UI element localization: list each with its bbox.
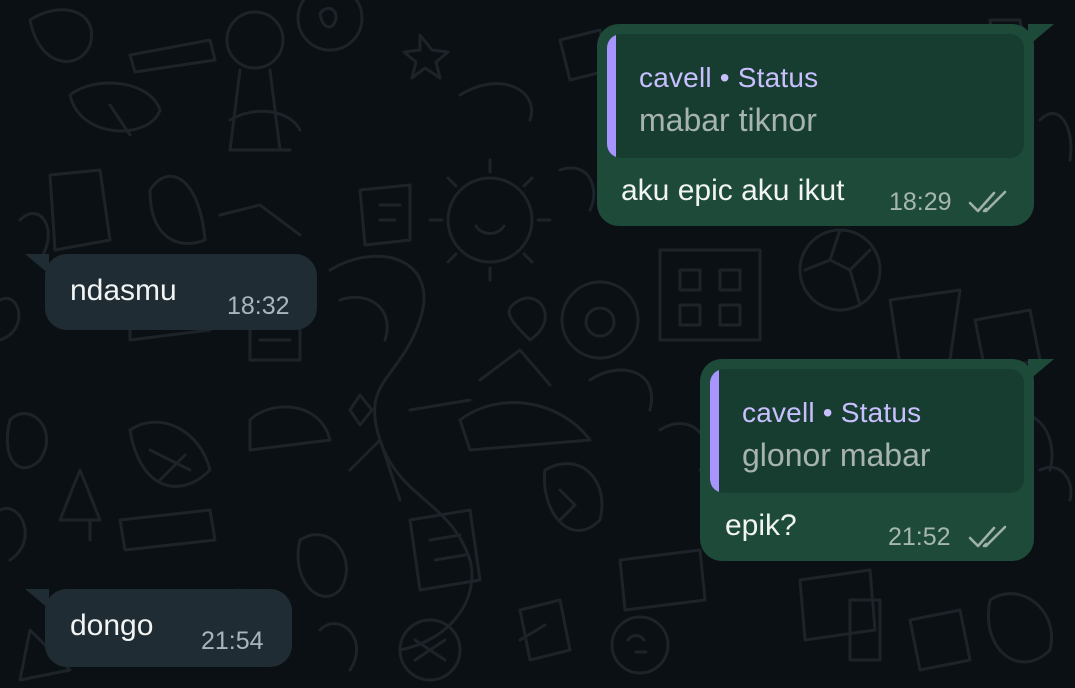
double-check-icon [968, 525, 1007, 548]
message-text: ndasmu [70, 274, 177, 307]
quote-accent-bar [710, 369, 719, 493]
quoted-status-reply[interactable]: cavell • Status mabar tiknor [607, 34, 1024, 158]
quote-author: cavell • Status [742, 397, 922, 428]
message-text: aku epic aku ikut [621, 174, 845, 207]
quote-text: glonor mabar [742, 437, 931, 473]
message-text: epik? [725, 509, 797, 542]
double-check-icon [968, 190, 1007, 213]
outgoing-message-bubble[interactable]: cavell • Status mabar tiknor aku epic ak… [597, 24, 1054, 226]
quote-text: mabar tiknor [639, 102, 817, 138]
bubble-tail [25, 254, 49, 274]
bubble-tail [1028, 24, 1054, 46]
bubble-tail [25, 589, 49, 609]
incoming-message-bubble[interactable]: dongo 21:54 [25, 589, 292, 667]
message-time: 21:54 [201, 627, 264, 655]
quote-accent-bar [607, 34, 616, 158]
quote-author: cavell • Status [639, 62, 819, 93]
outgoing-message-bubble[interactable]: cavell • Status glonor mabar epik? 21:52 [700, 359, 1054, 561]
message-text: dongo [70, 609, 154, 642]
incoming-message-bubble[interactable]: ndasmu 18:32 [25, 254, 317, 330]
quoted-status-reply[interactable]: cavell • Status glonor mabar [710, 369, 1024, 493]
chat-message-list[interactable]: cavell • Status mabar tiknor aku epic ak… [0, 0, 1075, 688]
message-time: 18:29 [889, 188, 952, 216]
message-time: 18:32 [227, 292, 290, 320]
message-time: 21:52 [888, 523, 951, 551]
bubble-tail [1028, 359, 1054, 381]
